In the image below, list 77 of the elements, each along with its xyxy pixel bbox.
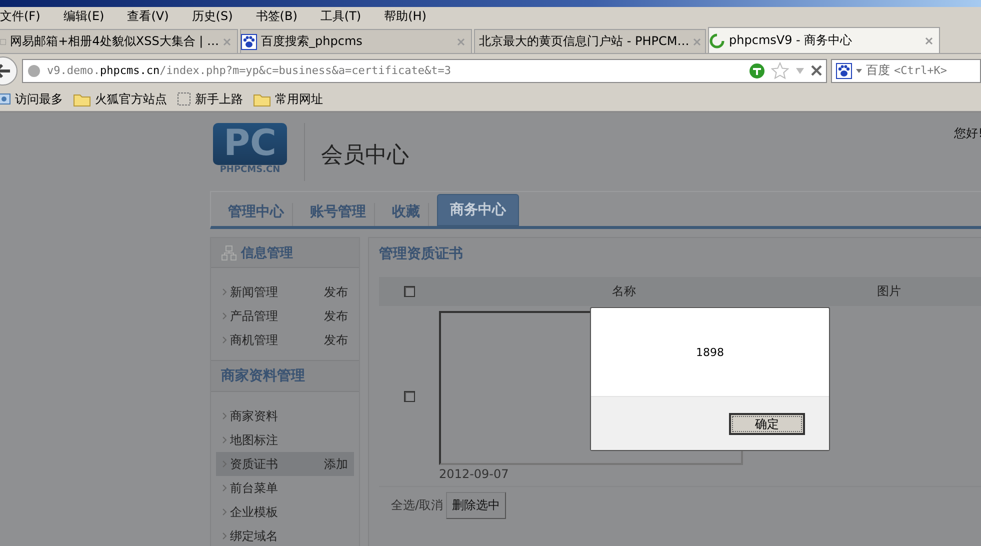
close-icon [925, 36, 933, 44]
paw-icon [241, 34, 257, 50]
page-title: 会员中心 [321, 142, 409, 170]
go-icon [749, 62, 765, 78]
action-link[interactable]: 发布 [324, 284, 348, 300]
greeting-text: 您好! [954, 125, 981, 142]
close-icon [693, 38, 702, 46]
blank-page-icon [177, 92, 191, 106]
browser-tab[interactable]: 网易邮箱+相册4处貌似XSS大集合 | … [0, 29, 238, 53]
menu-item[interactable]: 编辑(E) [63, 8, 114, 25]
tab-title: 百度搜索_phpcms [261, 33, 364, 50]
menu-item[interactable]: 历史(S) [192, 8, 242, 25]
delete-button[interactable]: 删除选中 [446, 492, 506, 518]
search-engine: 百度 [866, 62, 890, 79]
sidebar-item[interactable]: 商机管理 发布 [216, 328, 354, 352]
bookmark-item[interactable]: 常用网址 [253, 90, 323, 108]
sidebar-item[interactable]: 前台菜单 [216, 476, 354, 500]
chevron-icon [222, 436, 227, 444]
chevron-icon [222, 412, 227, 420]
close-icon [457, 38, 465, 46]
section-title: 信息管理 [241, 244, 293, 262]
menu-item[interactable]: 工具(T) [320, 8, 370, 25]
ok-button[interactable]: 确定 [729, 412, 805, 434]
stop-icon [811, 65, 822, 76]
chevron-icon [222, 532, 227, 540]
column-header: 名称 [611, 283, 638, 300]
close-icon [223, 38, 231, 46]
action-link[interactable]: 发布 [324, 308, 348, 324]
star-icon [771, 62, 789, 80]
sidebar-item[interactable]: 地图标注 [216, 428, 354, 452]
sidebar-item[interactable]: 绑定域名 [216, 524, 354, 546]
column-header: 图片 [876, 283, 902, 300]
browser-tab[interactable]: phpcmsV9 - 商务中心 [708, 27, 940, 53]
menu-item[interactable]: 书签(B) [256, 8, 306, 25]
tab-title: 网易邮箱+相册4处貌似XSS大集合 | … [10, 33, 219, 50]
loading-icon [709, 32, 725, 48]
checkbox[interactable] [404, 390, 415, 402]
nav-tab[interactable]: 商务中心 [437, 194, 519, 226]
sidebar-item[interactable]: 资质证书 添加 [216, 452, 354, 476]
menu-item[interactable]: 帮助(H) [384, 8, 436, 25]
tab-title: 北京最大的黄页信息门户站 - PHPCM… [479, 33, 690, 50]
dropdown-icon [795, 66, 805, 74]
bookmark-item[interactable]: 新手上路 [177, 90, 243, 108]
date-text: 2012-09-07 [439, 467, 510, 481]
org-chart-icon [221, 244, 237, 260]
checkbox[interactable] [404, 286, 415, 297]
menu-item[interactable]: 查看(V) [127, 8, 178, 25]
browser-tab[interactable]: 北京最大的黄页信息门户站 - PHPCM… [474, 29, 706, 53]
bookmark-item[interactable]: 访问最多 [0, 90, 63, 108]
sidebar-item[interactable]: 企业模板 [216, 500, 354, 524]
url-text: v9.demo.phpcms.cn/index.php?m=yp&c=business&a=certificate&t=3 [47, 64, 451, 77]
address-field[interactable]: v9.demo.phpcms.cn/index.php?m=yp&c=business&a=certificate&t=3 [22, 58, 827, 82]
select-all-link[interactable]: 全选/取消 [391, 496, 444, 514]
paw-icon [836, 62, 852, 78]
action-link[interactable]: 添加 [324, 456, 348, 472]
folder-icon [253, 92, 271, 106]
sidebar-item[interactable]: 产品管理 发布 [216, 304, 354, 328]
tab-title: phpcmsV9 - 商务中心 [729, 32, 854, 49]
menu-item[interactable]: 文件(F) [0, 8, 50, 25]
bookmark-item[interactable]: 火狐官方站点 [73, 90, 167, 108]
chevron-icon [222, 460, 227, 468]
browser-tab[interactable]: 百度搜索_phpcms [240, 29, 472, 53]
logo: PC PHPCMS.CN [212, 123, 305, 181]
section-title: 商家资料管理 [221, 367, 305, 385]
chevron-icon [222, 312, 227, 320]
action-link[interactable]: 发布 [324, 332, 348, 348]
chevron-icon [222, 508, 227, 516]
sidebar-item[interactable]: 商家资料 [216, 404, 354, 428]
sidebar-item[interactable]: 新闻管理 发布 [216, 280, 354, 304]
chevron-icon [222, 336, 227, 344]
bookmark-list-icon [0, 92, 11, 106]
chevron-icon [222, 484, 227, 492]
chevron-icon [222, 288, 227, 296]
globe-icon [27, 64, 41, 78]
folder-icon [73, 92, 91, 106]
dropdown-icon [856, 68, 862, 72]
panel-title: 管理资质证书 [378, 245, 464, 264]
